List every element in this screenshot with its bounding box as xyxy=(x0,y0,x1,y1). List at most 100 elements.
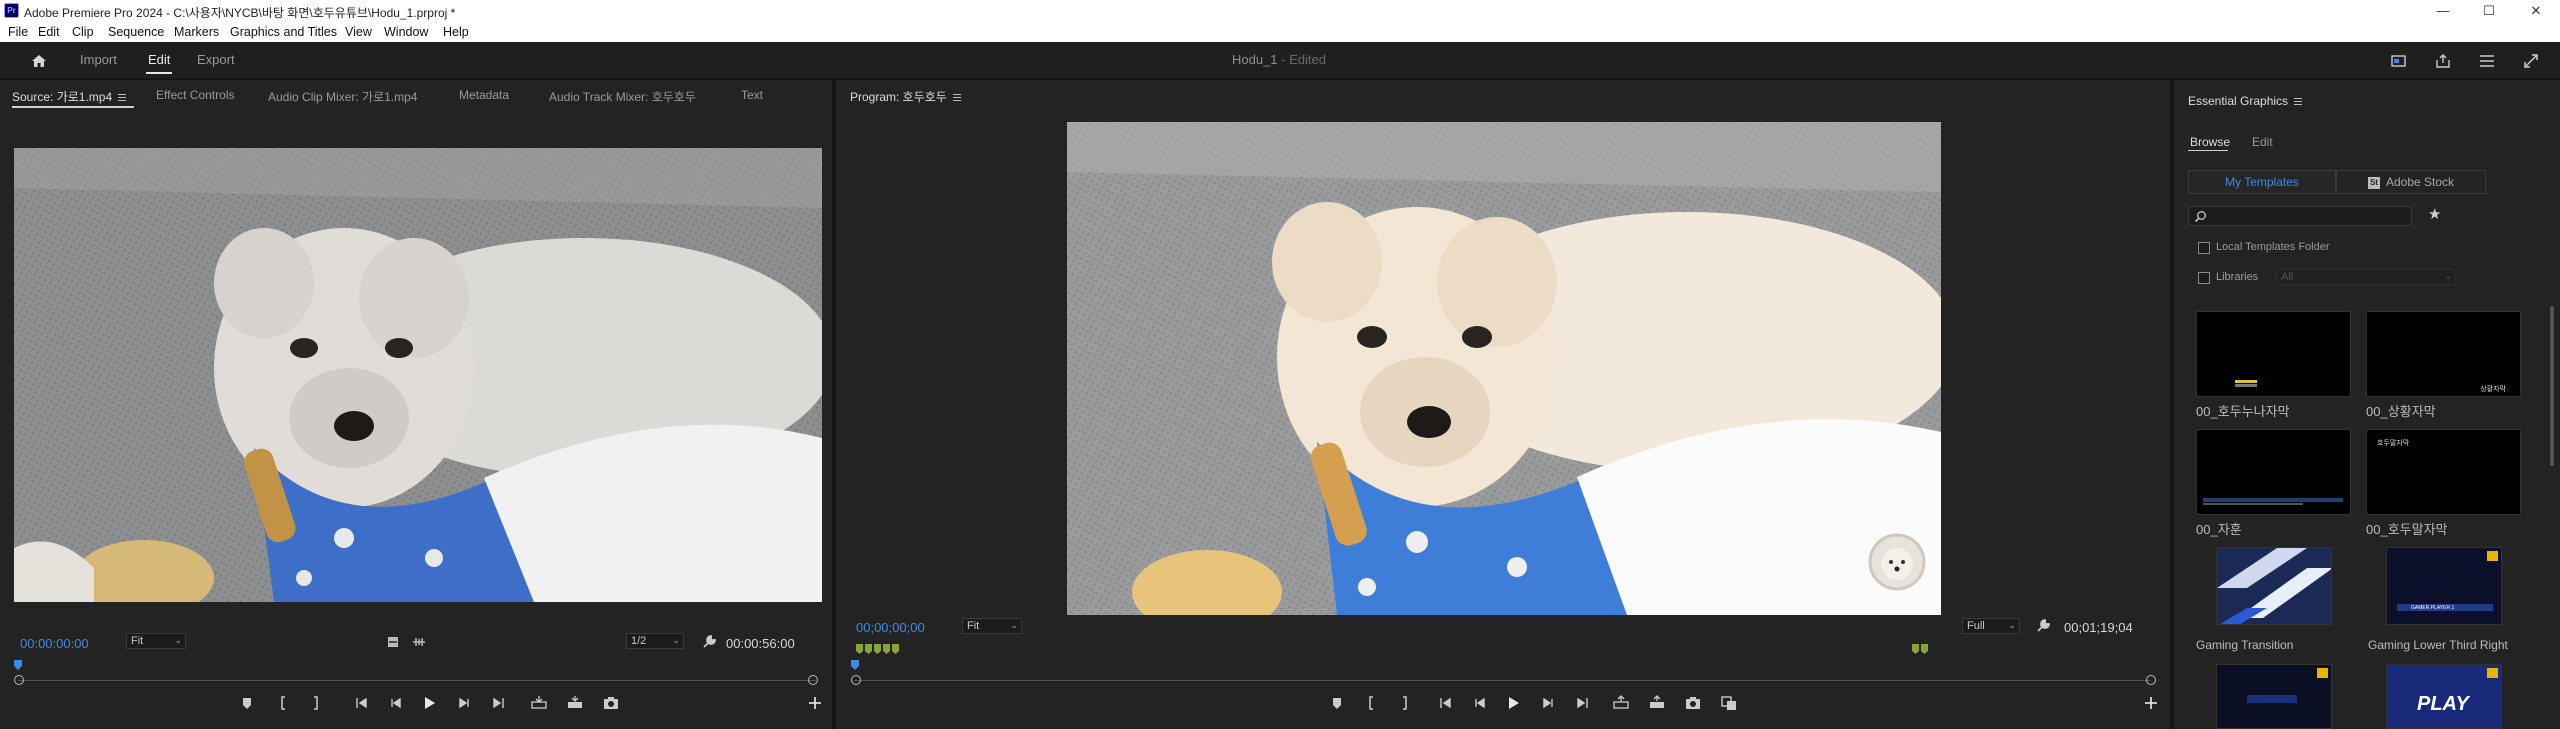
project-title: Hodu_1 - Edited xyxy=(1232,52,1326,67)
menu-graphics-and-titles[interactable]: Graphics and Titles xyxy=(230,25,337,39)
extract-icon[interactable] xyxy=(1648,694,1666,712)
adobe-stock-button[interactable]: St Adobe Stock xyxy=(2336,170,2486,194)
drag-video-only-icon[interactable] xyxy=(384,633,402,651)
go-to-out-icon[interactable] xyxy=(1574,694,1592,712)
add-marker-icon[interactable] xyxy=(238,694,256,712)
go-to-out-icon[interactable] xyxy=(490,694,508,712)
share-icon[interactable] xyxy=(2434,52,2452,70)
step-forward-icon[interactable] xyxy=(456,694,474,712)
go-to-in-icon[interactable] xyxy=(1436,694,1454,712)
program-ruler-start-handle[interactable] xyxy=(851,675,861,685)
lift-icon[interactable] xyxy=(1612,694,1630,712)
overwrite-icon[interactable] xyxy=(566,694,584,712)
mark-in-icon[interactable] xyxy=(1363,694,1381,712)
settings-wrench-icon[interactable] xyxy=(2034,617,2052,635)
tab-metadata[interactable]: Metadata xyxy=(459,88,509,102)
template-thumbnail[interactable]: GAMER PLAYER 1 xyxy=(2386,547,2502,625)
insert-icon[interactable] xyxy=(530,694,548,712)
mark-in-icon[interactable] xyxy=(275,694,293,712)
menu-help[interactable]: Help xyxy=(443,25,469,39)
subtab-edit[interactable]: Edit xyxy=(2252,135,2273,149)
out-point-markers[interactable] xyxy=(1912,641,1930,654)
add-button-icon[interactable] xyxy=(806,694,824,712)
search-input[interactable] xyxy=(2188,206,2412,226)
drag-audio-only-icon[interactable] xyxy=(410,633,428,651)
premium-badge-icon xyxy=(2487,551,2498,561)
tab-audio-track-mixer[interactable]: Audio Track Mixer: 호두호두 xyxy=(549,88,696,105)
program-resolution-dropdown[interactable]: Full ⌄ xyxy=(1962,618,2020,634)
program-timecode[interactable]: 00;00;00;00 xyxy=(856,620,925,635)
source-ruler-start-handle[interactable] xyxy=(14,675,24,685)
source-ruler-end-handle[interactable] xyxy=(808,675,818,685)
menu-edit[interactable]: Edit xyxy=(38,25,60,39)
close-button[interactable]: ✕ xyxy=(2513,0,2559,22)
libraries-dropdown[interactable]: All ⌄ xyxy=(2276,269,2456,285)
tab-source[interactable]: Source: 가로1.mp4 xyxy=(12,88,127,105)
menu-clip[interactable]: Clip xyxy=(72,25,94,39)
program-ruler-end-handle[interactable] xyxy=(2146,675,2156,685)
source-resolution-dropdown[interactable]: 1/2 ⌄ xyxy=(626,633,684,649)
export-frame-icon[interactable] xyxy=(602,694,620,712)
mark-out-icon[interactable] xyxy=(306,694,324,712)
template-thumbnail[interactable] xyxy=(2216,664,2332,729)
tab-export[interactable]: Export xyxy=(197,52,235,67)
comparison-view-icon[interactable] xyxy=(1720,694,1738,712)
menu-window[interactable]: Window xyxy=(384,25,428,39)
add-marker-icon[interactable] xyxy=(1328,694,1346,712)
home-icon[interactable] xyxy=(30,52,48,70)
source-zoom-dropdown[interactable]: Fit ⌄ xyxy=(126,633,186,649)
minimize-button[interactable]: — xyxy=(2420,0,2466,22)
program-zoom-dropdown[interactable]: Fit ⌄ xyxy=(962,618,1022,634)
add-button-icon[interactable] xyxy=(2142,694,2160,712)
source-time-ruler[interactable] xyxy=(18,680,816,681)
step-forward-icon[interactable] xyxy=(1540,694,1558,712)
source-tab-underline xyxy=(12,106,134,108)
template-thumbnail[interactable] xyxy=(2196,429,2351,515)
template-thumbnail[interactable] xyxy=(2196,311,2351,397)
local-templates-checkbox[interactable] xyxy=(2198,242,2210,254)
template-thumbnail[interactable] xyxy=(2216,547,2332,625)
template-label: 00_호두말자막 xyxy=(2366,522,2448,537)
template-thumbnail[interactable]: 상황자막 xyxy=(2366,311,2521,397)
program-playhead[interactable] xyxy=(851,660,859,670)
tab-text[interactable]: Text xyxy=(741,88,763,102)
mark-out-icon[interactable] xyxy=(1395,694,1413,712)
go-to-in-icon[interactable] xyxy=(352,694,370,712)
star-favorite-icon[interactable]: ★ xyxy=(2428,207,2444,223)
libraries-checkbox[interactable] xyxy=(2198,272,2210,284)
step-back-icon[interactable] xyxy=(386,694,404,712)
play-button-icon[interactable] xyxy=(1504,694,1522,712)
menu-view[interactable]: View xyxy=(345,25,372,39)
panel-menu-icon xyxy=(2294,98,2303,106)
subtab-browse[interactable]: Browse xyxy=(2190,135,2230,149)
settings-wrench-icon[interactable] xyxy=(700,633,718,651)
workspaces-menu-icon[interactable] xyxy=(2478,52,2496,70)
source-timecode[interactable]: 00:00:00:00 xyxy=(20,636,89,651)
tab-program[interactable]: Program: 호두호두 xyxy=(850,88,961,105)
play-button-icon[interactable] xyxy=(420,694,438,712)
source-video-frame[interactable] xyxy=(14,148,822,602)
program-panel-tabs: Program: 호두호두 xyxy=(836,80,2170,108)
quick-export-icon[interactable] xyxy=(2390,52,2408,70)
template-thumbnail[interactable]: PLAY xyxy=(2386,664,2502,729)
tab-audio-clip-mixer[interactable]: Audio Clip Mixer: 가로1.mp4 xyxy=(268,88,417,105)
menu-file[interactable]: File xyxy=(8,25,28,39)
maximize-button[interactable]: ☐ xyxy=(2466,0,2512,22)
menu-markers[interactable]: Markers xyxy=(174,25,219,39)
menu-sequence[interactable]: Sequence xyxy=(108,25,164,39)
fullscreen-icon[interactable] xyxy=(2522,52,2540,70)
in-point-markers[interactable] xyxy=(856,641,901,654)
template-thumbnail[interactable]: 호두말자막 xyxy=(2366,429,2521,515)
tab-edit[interactable]: Edit xyxy=(148,52,170,67)
source-playhead[interactable] xyxy=(14,660,22,670)
export-frame-icon[interactable] xyxy=(1684,694,1702,712)
my-templates-button[interactable]: My Templates xyxy=(2188,170,2336,194)
premium-badge-icon xyxy=(2487,668,2498,678)
tab-import[interactable]: Import xyxy=(80,52,117,67)
program-time-ruler[interactable] xyxy=(854,680,2150,681)
step-back-icon[interactable] xyxy=(1470,694,1488,712)
tab-effect-controls[interactable]: Effect Controls xyxy=(156,88,234,102)
program-video-frame[interactable] xyxy=(1067,122,1941,615)
template-list-scrollbar[interactable] xyxy=(2550,306,2554,466)
menu-bar: File Edit Clip Sequence Markers Graphics… xyxy=(0,22,2560,42)
